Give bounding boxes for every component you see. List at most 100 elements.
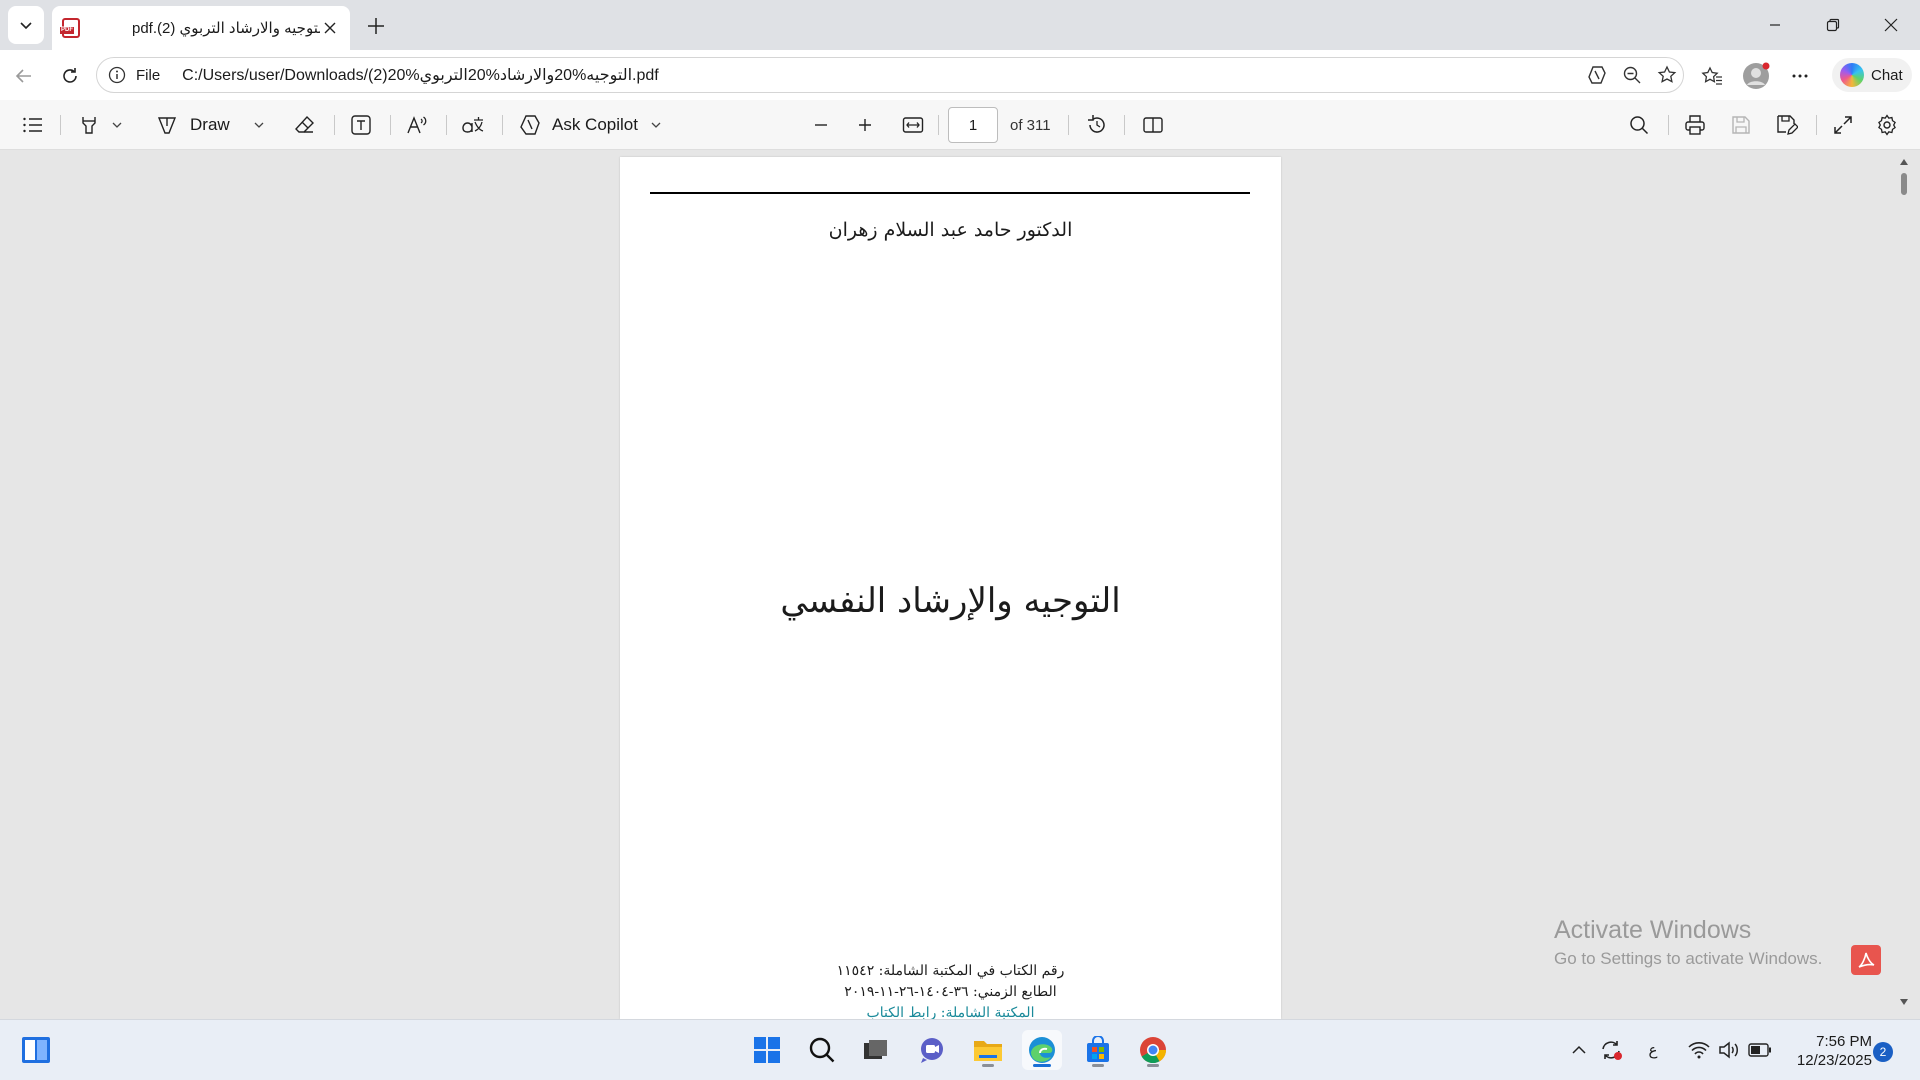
vertical-scrollbar[interactable] [1896,151,1912,1019]
show-hidden-icons-button[interactable] [1568,1038,1590,1062]
print-button[interactable] [1678,109,1712,141]
task-view-button[interactable] [855,1030,895,1070]
refresh-button[interactable] [52,58,88,94]
sync-status-button[interactable] [1598,1038,1624,1062]
tab-title: pdf.(2) التوجيه والارشاد التربوي [132,20,320,37]
translate-button[interactable] [456,109,490,141]
ask-copilot-button[interactable]: Ask Copilot [518,109,668,141]
chevron-up-icon [1572,1045,1586,1054]
store-button[interactable] [1078,1030,1118,1070]
zoom-in-button[interactable] [848,109,882,141]
widgets-icon [22,1037,50,1063]
toolbar-divider [502,115,503,135]
add-text-button[interactable] [344,109,378,141]
contents-button[interactable] [16,109,50,141]
rotate-icon [1088,115,1105,133]
acrobat-icon[interactable] [1851,945,1881,975]
url-field[interactable]: File C:/Users/user/Downloads/التوجيه%20و… [96,57,1684,93]
header-rule [650,192,1250,194]
plus-icon [368,18,384,34]
pdf-page: الدكتور حامد عبد السلام زهران التوجيه وا… [620,157,1281,1019]
folder-icon [974,1041,1002,1061]
book-author: الدكتور حامد عبد السلام زهران [828,219,1073,241]
watermark-title: Activate Windows [1554,916,1752,944]
pdf-viewer[interactable]: الدكتور حامد عبد السلام زهران التوجيه وا… [0,151,1920,1019]
close-icon [1884,18,1898,32]
book-meta-line: رقم الكتاب في المكتبة الشاملة: ١١٥٤٢ [836,963,1065,979]
fit-to-width-button[interactable] [896,109,930,141]
restore-button[interactable] [1804,0,1862,50]
favorite-star-icon[interactable] [1650,58,1684,92]
tab-close-button[interactable] [320,18,340,38]
pdf-file-icon: PDF [60,18,80,38]
language-indicator[interactable]: ع [1640,1038,1666,1062]
expand-icon [1834,116,1852,134]
chat-bubble-icon [921,1038,943,1063]
chevron-down-icon [651,122,661,128]
draw-button[interactable]: Draw [156,109,244,141]
battery-icon [1748,1043,1771,1057]
site-info-icon[interactable] [106,64,128,86]
favorites-button[interactable] [1694,58,1730,94]
zoom-out-button[interactable] [804,109,838,141]
windows-logo-icon [754,1037,780,1063]
save-button[interactable] [1724,109,1758,141]
save-as-icon [1777,115,1798,135]
minimize-button[interactable] [1746,0,1804,50]
minus-icon [815,124,827,126]
find-button[interactable] [1622,109,1656,141]
draw-options-button[interactable] [248,109,270,141]
zoom-out-page-icon[interactable] [1615,58,1649,92]
search-taskbar-button[interactable] [802,1030,842,1070]
toolbar-divider [60,115,61,135]
volume-button[interactable] [1716,1038,1742,1062]
search-icon [809,1037,835,1063]
back-button[interactable] [6,58,42,94]
teams-chat-button[interactable] [912,1030,952,1070]
start-button[interactable] [747,1030,787,1070]
close-window-button[interactable] [1862,0,1920,50]
erase-button[interactable] [288,109,322,141]
book-meta-line: الطابع الزمني: ٣٦-١٤٠٤-٢٦-١١-٢٠١٩ [844,984,1057,1000]
copilot-chat-button[interactable]: Chat [1832,58,1912,92]
highlight-options-button[interactable] [106,109,128,141]
save-as-button[interactable] [1770,109,1804,141]
rotate-button[interactable] [1080,109,1114,141]
chrome-button[interactable] [1133,1030,1173,1070]
tab-actions-button[interactable] [8,6,44,44]
back-arrow-icon [15,69,31,83]
scroll-thumb[interactable] [1901,173,1907,195]
url-scheme-label: File [136,66,161,84]
toolbar-divider [390,115,391,135]
read-aloud-button[interactable] [400,109,434,141]
file-explorer-button[interactable] [968,1030,1008,1070]
url-text[interactable]: C:/Users/user/Downloads/التوجيه%20والارش… [182,65,659,85]
scroll-up-arrow[interactable] [1896,155,1912,169]
widgets-button[interactable] [16,1030,56,1070]
wifi-button[interactable] [1686,1038,1712,1062]
search-icon [1630,116,1649,135]
chrome-icon [1140,1037,1167,1064]
book-link[interactable]: المكتبة الشاملة: رابط الكتاب [620,1005,1281,1019]
copilot-page-icon[interactable] [1580,58,1614,92]
more-horizontal-icon [1792,74,1808,78]
favorites-icon [1701,66,1722,85]
title-bar: PDF pdf.(2) التوجيه والارشاد التربوي [0,0,1920,50]
system-clock[interactable]: 7:56 PM 12/23/2025 [1782,1032,1872,1070]
pdf-toolbar: Draw Ask Copilot 1 of 311 [0,100,1920,150]
more-options-button[interactable] [1782,58,1818,94]
settings-button[interactable] [1870,109,1904,141]
battery-button[interactable] [1746,1038,1774,1062]
chevron-down-icon [254,122,264,128]
notification-badge[interactable]: 2 [1873,1042,1893,1062]
page-view-button[interactable] [1136,109,1170,141]
fullscreen-button[interactable] [1826,109,1860,141]
browser-tab[interactable]: PDF pdf.(2) التوجيه والارشاد التربوي [52,6,350,50]
new-tab-button[interactable] [360,10,392,42]
highlight-button[interactable] [72,109,106,141]
scroll-down-arrow[interactable] [1896,995,1912,1009]
minimize-icon [1770,24,1780,26]
profile-button[interactable] [1738,58,1774,94]
edge-browser-button[interactable] [1022,1030,1062,1070]
page-number-input[interactable]: 1 [948,107,998,143]
